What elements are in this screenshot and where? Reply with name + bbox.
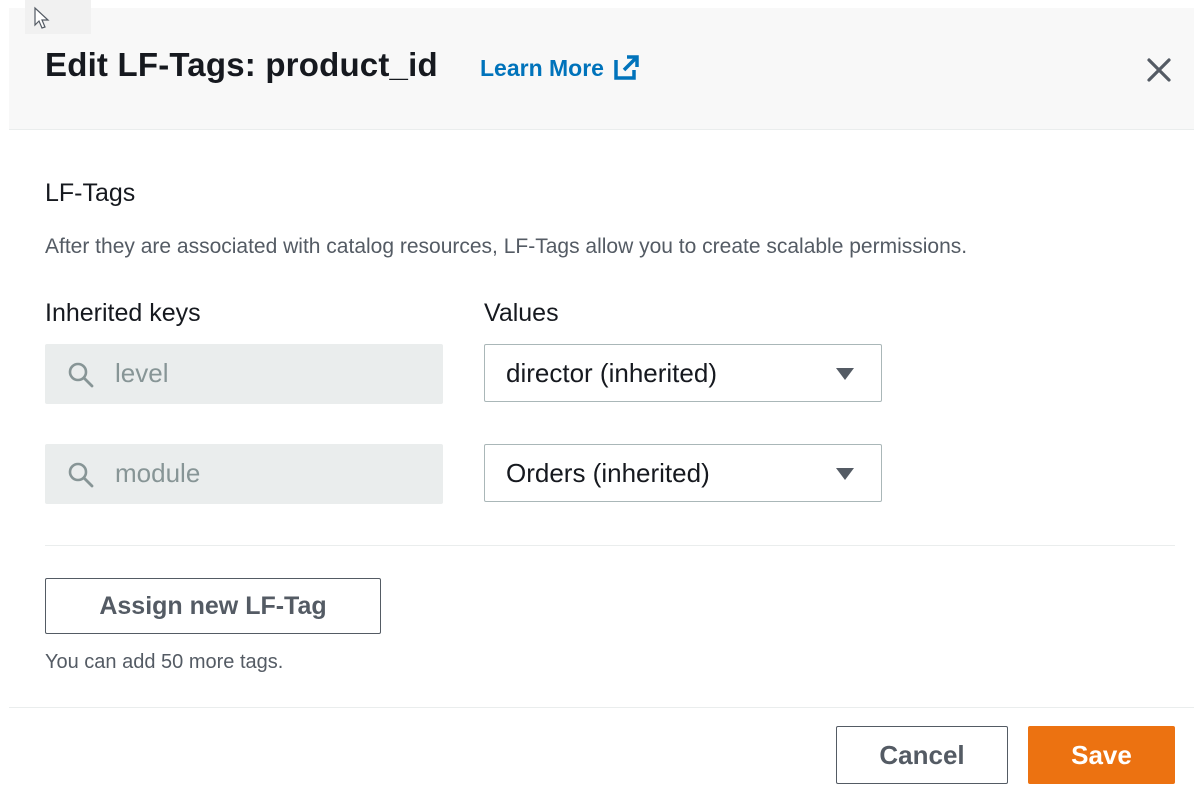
- cancel-button[interactable]: Cancel: [836, 726, 1008, 784]
- learn-more-link[interactable]: Learn More: [480, 54, 640, 82]
- divider: [45, 545, 1175, 546]
- learn-more-label: Learn More: [480, 54, 604, 81]
- pointer-icon: [34, 6, 50, 29]
- value-text: director (inherited): [506, 358, 717, 388]
- close-icon: [1147, 58, 1171, 82]
- key-field-level: level: [45, 344, 443, 404]
- inherited-keys-label: Inherited keys: [45, 299, 201, 327]
- value-text: Orders (inherited): [506, 458, 710, 488]
- key-text: module: [115, 458, 201, 488]
- modal-header: Edit LF-Tags: product_id Learn More: [9, 8, 1194, 130]
- key-field-module: module: [45, 444, 443, 504]
- footer-divider: [9, 707, 1194, 708]
- value-select-level[interactable]: director (inherited): [484, 344, 882, 402]
- modal-title: Edit LF-Tags: product_id: [45, 46, 438, 83]
- section-description: After they are associated with catalog r…: [45, 235, 968, 258]
- values-label: Values: [484, 299, 559, 327]
- external-link-icon: [612, 54, 640, 82]
- search-icon: [68, 362, 94, 388]
- caret-down-icon: [836, 468, 854, 480]
- caret-down-icon: [836, 368, 854, 380]
- value-select-module[interactable]: Orders (inherited): [484, 444, 882, 502]
- close-button[interactable]: [1141, 52, 1177, 88]
- tags-remaining-hint: You can add 50 more tags.: [45, 651, 284, 673]
- key-text: level: [115, 358, 169, 388]
- save-button[interactable]: Save: [1028, 726, 1175, 784]
- search-icon: [68, 462, 94, 488]
- section-title: LF-Tags: [45, 179, 136, 207]
- mouse-cursor: [25, 0, 91, 34]
- edit-lf-tags-modal: Edit LF-Tags: product_id Learn More LF-T…: [0, 0, 1194, 799]
- assign-new-lf-tag-button[interactable]: Assign new LF-Tag: [45, 578, 381, 634]
